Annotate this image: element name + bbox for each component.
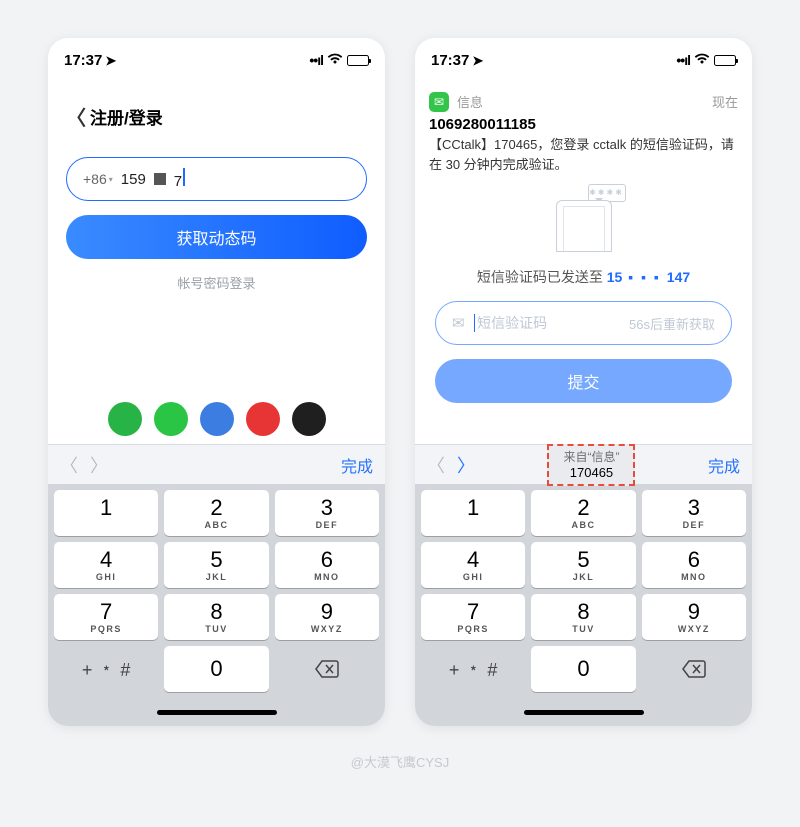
social-icon[interactable]	[246, 402, 280, 436]
sms-preview: 1069280011185 【CCtalk】170465，您登录 cctalk …	[415, 116, 752, 180]
social-login-row	[48, 402, 385, 436]
key-4[interactable]: 4GHI	[421, 542, 525, 588]
key-delete[interactable]	[275, 646, 379, 692]
key-3[interactable]: 3DEF	[275, 490, 379, 536]
status-bar: 17:37➤ ••ıl	[415, 38, 752, 82]
status-time: 17:37	[64, 52, 102, 69]
wifi-icon	[694, 53, 710, 68]
watermark: @大漠飞鹰CYSJ	[48, 752, 752, 771]
key-7[interactable]: 7PQRS	[421, 594, 525, 640]
get-code-button[interactable]: 获取动态码	[66, 215, 367, 259]
prev-field-icon[interactable]: 〈	[427, 452, 445, 478]
key-symbols[interactable]: + ﹡ #	[54, 646, 158, 692]
key-8[interactable]: 8TUV	[531, 594, 635, 640]
sent-to-line: 短信验证码已发送至 15 ▪ ▪ ▪ 147	[435, 267, 732, 287]
prev-field-icon[interactable]: 〈	[60, 452, 78, 478]
key-0[interactable]: 0	[531, 646, 635, 692]
keyboard: 〈 〉 来自“信息” 170465 完成 1 2ABC 3DEF	[415, 444, 752, 726]
resend-countdown: 56s后重新获取	[629, 314, 715, 333]
wifi-icon	[327, 53, 343, 68]
envelope-icon: ✉	[452, 314, 465, 332]
keyboard-done-button[interactable]: 完成	[341, 453, 373, 477]
sms-autofill-suggestion[interactable]: 来自“信息” 170465	[547, 444, 635, 486]
keyboard-accessory: 〈 〉 完成	[48, 444, 385, 484]
battery-icon	[714, 55, 736, 66]
cellular-icon: ••ıl	[309, 52, 323, 68]
key-1[interactable]: 1	[54, 490, 158, 536]
key-6[interactable]: 6MNO	[642, 542, 746, 588]
page-title: 注册/登录	[90, 104, 163, 129]
keyboard-done-button[interactable]: 完成	[708, 453, 740, 477]
social-icon[interactable]	[108, 402, 142, 436]
key-3[interactable]: 3DEF	[642, 490, 746, 536]
keyboard-accessory: 〈 〉 来自“信息” 170465 完成	[415, 444, 752, 484]
password-login-link[interactable]: 帐号密码登录	[66, 273, 367, 292]
sms-illustration: ✱✱✱✱	[548, 188, 620, 252]
masked-digits	[154, 173, 166, 185]
key-symbols[interactable]: + ﹡ #	[421, 646, 525, 692]
sms-code-input[interactable]: ✉ 短信验证码 56s后重新获取	[435, 301, 732, 345]
keyboard: 〈 〉 完成 1 2ABC 3DEF 4GHI 5JKL 6MNO 7PQRS	[48, 444, 385, 726]
status-bar: 17:37➤ ••ıl	[48, 38, 385, 82]
home-indicator	[48, 698, 385, 726]
notification-banner[interactable]: ✉ 信息 现在	[415, 82, 752, 116]
key-6[interactable]: 6MNO	[275, 542, 379, 588]
notification-time: 现在	[712, 92, 738, 111]
cellular-icon: ••ıl	[676, 52, 690, 68]
key-0[interactable]: 0	[164, 646, 268, 692]
key-1[interactable]: 1	[421, 490, 525, 536]
social-icon[interactable]	[200, 402, 234, 436]
submit-button[interactable]: 提交	[435, 359, 732, 403]
country-code-picker[interactable]: +86 ▾	[83, 171, 113, 187]
key-8[interactable]: 8TUV	[164, 594, 268, 640]
status-time: 17:37	[431, 52, 469, 69]
key-2[interactable]: 2ABC	[531, 490, 635, 536]
sms-text: 【CCtalk】170465，您登录 cctalk 的短信验证码，请在 30 分…	[429, 135, 738, 174]
key-delete[interactable]	[642, 646, 746, 692]
back-title-row[interactable]: 〈 注册/登录	[66, 102, 367, 131]
key-2[interactable]: 2ABC	[164, 490, 268, 536]
sms-sender: 1069280011185	[429, 116, 738, 133]
social-icon[interactable]	[292, 402, 326, 436]
key-7[interactable]: 7PQRS	[54, 594, 158, 640]
next-field-icon[interactable]: 〉	[90, 452, 108, 478]
phone-number-input[interactable]: +86 ▾ 159 7	[66, 157, 367, 201]
key-5[interactable]: 5JKL	[531, 542, 635, 588]
home-indicator	[415, 698, 752, 726]
next-field-icon[interactable]: 〉	[457, 452, 475, 478]
location-icon: ➤	[105, 53, 116, 68]
battery-icon	[347, 55, 369, 66]
phone-screen-login: 17:37➤ ••ıl 〈 注册/登录 +86 ▾ 159	[48, 38, 385, 726]
notification-app-label: 信息	[457, 92, 704, 111]
key-5[interactable]: 5JKL	[164, 542, 268, 588]
key-9[interactable]: 9WXYZ	[642, 594, 746, 640]
phone-screen-verify: 17:37➤ ••ıl ✉ 信息 现在 1069280011185 【CCtal…	[415, 38, 752, 726]
social-icon[interactable]	[154, 402, 188, 436]
chevron-down-icon: ▾	[109, 175, 113, 184]
messages-app-icon: ✉	[429, 92, 449, 112]
chevron-left-icon: 〈	[66, 102, 86, 131]
text-cursor	[183, 168, 185, 186]
location-icon: ➤	[472, 53, 483, 68]
key-9[interactable]: 9WXYZ	[275, 594, 379, 640]
key-4[interactable]: 4GHI	[54, 542, 158, 588]
